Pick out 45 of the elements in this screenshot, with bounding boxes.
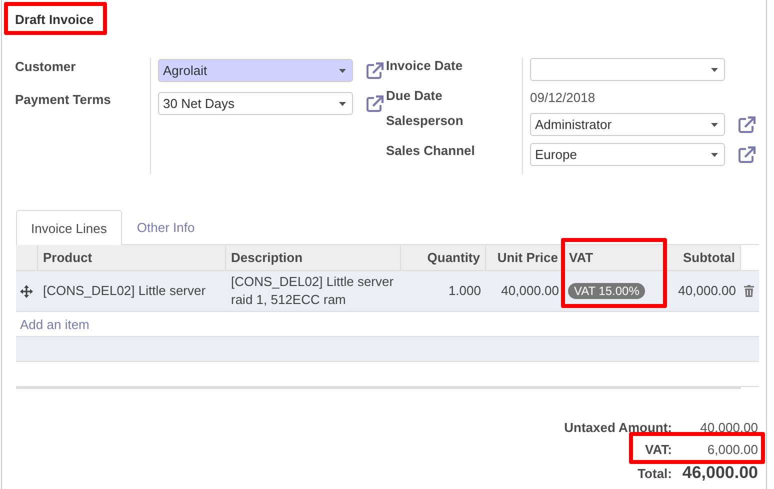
tab[interactable]: Other Info <box>122 210 210 244</box>
table-cell: 40,000.00 <box>678 282 736 300</box>
field-label: Invoice Date <box>386 58 463 73</box>
dropdown-field[interactable] <box>530 58 725 81</box>
document-title: Draft Invoice <box>15 12 94 27</box>
total-label: Total: <box>636 466 672 480</box>
table-cell: [CONS_DEL02] Little server <box>43 282 206 300</box>
column-header: VAT <box>564 245 666 270</box>
column-header: Product <box>38 245 226 270</box>
tax-tag: VAT 15.00% <box>568 283 646 299</box>
add-item-link[interactable]: Add an item <box>20 316 90 332</box>
caret-icon <box>711 68 718 72</box>
table-cell: 1.000 <box>448 282 481 300</box>
field-label: Salesperson <box>386 113 464 128</box>
external-link-icon[interactable] <box>738 146 756 163</box>
dropdown-field[interactable]: 30 Net Days <box>158 92 353 115</box>
tab[interactable]: Invoice Lines <box>16 210 122 245</box>
total-label: Untaxed Amount: <box>563 420 672 434</box>
field-label: Due Date <box>386 88 442 103</box>
caret-icon <box>339 68 346 72</box>
total-value: 46,000.00 <box>681 463 758 483</box>
external-link-icon[interactable] <box>366 95 384 112</box>
total-label: VAT: <box>644 442 672 456</box>
field-label: Customer <box>15 59 76 74</box>
column-header: Subtotal <box>666 245 741 270</box>
field-label: Sales Channel <box>386 143 475 158</box>
table-cell: 40,000.00 <box>501 282 559 300</box>
dropdown-field[interactable]: Administrator <box>530 113 725 136</box>
external-link-icon[interactable] <box>366 62 384 79</box>
drag-handle-icon[interactable] <box>20 284 33 298</box>
dropdown-field[interactable]: Europe <box>530 143 725 166</box>
total-value: 40,000.00 <box>699 420 758 434</box>
field-label: Payment Terms <box>15 92 111 107</box>
trash-icon[interactable] <box>744 285 754 297</box>
dropdown-field[interactable]: Agrolait <box>158 59 353 82</box>
caret-icon <box>711 152 718 156</box>
field-value: 09/12/2018 <box>530 90 596 104</box>
column-header: Quantity <box>401 245 486 270</box>
table-cell: [CONS_DEL02] Little server raid 1, 512ECC ram <box>231 273 394 309</box>
total-value: 6,000.00 <box>706 442 758 456</box>
caret-icon <box>711 122 718 126</box>
column-header: Description <box>226 245 401 270</box>
column-header: Unit Price <box>486 245 564 270</box>
caret-icon <box>339 102 346 106</box>
external-link-icon[interactable] <box>738 116 756 133</box>
